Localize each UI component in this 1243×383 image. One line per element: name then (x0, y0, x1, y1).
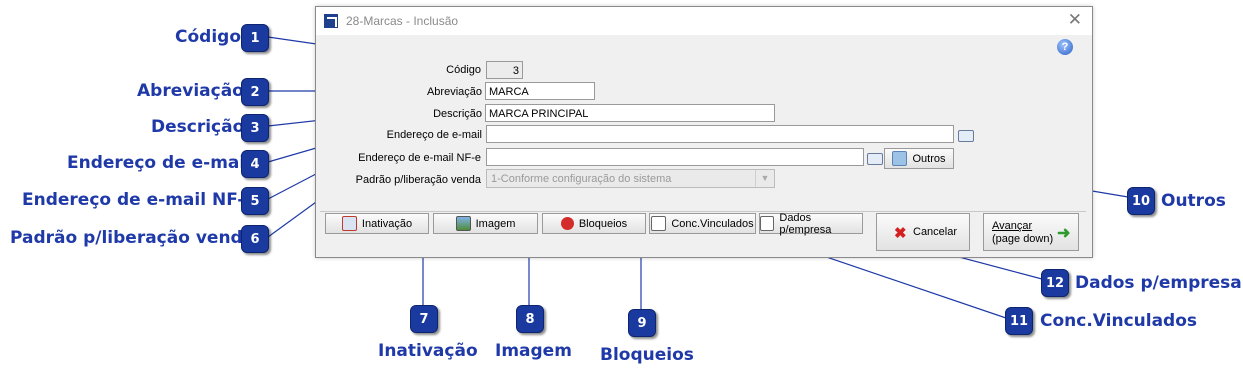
avancar-button-label-1: Avançar (992, 220, 1033, 232)
padrao-label: Padrão p/liberação venda (355, 174, 481, 186)
email-nfe-input[interactable] (486, 148, 864, 166)
avancar-button[interactable]: Avançar (page down) ➜ (983, 213, 1079, 251)
edit-icon (651, 216, 667, 231)
imagem-button-label: Imagem (475, 217, 516, 230)
callout-badge-2: 2 (241, 78, 269, 106)
conc-vinculados-button[interactable]: Conc.Vinculados (649, 213, 756, 234)
dados-empresa-button[interactable]: Dados p/empresa (759, 211, 863, 236)
window-title: 28-Marcas - Inclusão (346, 14, 459, 28)
callout-label-email: Endereço de e-mail (67, 153, 252, 173)
padrao-select[interactable]: 1-Conforme configuração do sistema ▼ (486, 169, 775, 188)
outros-button-label: Outros (912, 152, 946, 165)
callout-label-outros: Outros (1161, 191, 1226, 211)
conc-vinculados-button-label: Conc.Vinculados (671, 217, 754, 230)
codigo-label: Código (446, 64, 481, 76)
callout-label-email-nfe: Endereço de e-mail NF-e (22, 190, 256, 210)
close-icon[interactable]: ✕ (1068, 10, 1082, 30)
callout-label-conc-vinculados: Conc.Vinculados (1040, 311, 1198, 331)
email-nfe-label: Endereço de e-mail NF-e (358, 152, 481, 164)
dados-empresa-button-label: Dados p/empresa (779, 211, 832, 236)
inativacao-button-label: Inativação (361, 217, 413, 230)
callout-label-abreviacao: Abreviação (137, 81, 244, 101)
cancelar-button-label: Cancelar (913, 226, 958, 238)
mail-nfe-icon[interactable] (867, 153, 883, 165)
callout-label-imagem: Imagem (495, 341, 572, 361)
callout-label-dados-empresa: Dados p/empresa (1075, 273, 1242, 293)
outros-button[interactable]: Outros (884, 148, 954, 169)
callout-badge-3: 3 (241, 114, 269, 142)
mail-icon[interactable] (958, 130, 974, 142)
callout-badge-5: 5 (241, 187, 269, 215)
callout-label-bloqueios: Bloqueios (600, 345, 694, 365)
imagem-button[interactable]: Imagem (433, 213, 538, 234)
image-icon (455, 216, 471, 231)
callout-badge-4: 4 (241, 150, 269, 178)
app-icon (324, 14, 338, 28)
abreviacao-input[interactable]: MARCA (485, 82, 595, 100)
callout-badge-7: 7 (410, 305, 438, 333)
cancelar-button[interactable]: ✖ Cancelar (876, 213, 970, 251)
callout-badge-1: 1 (241, 24, 269, 52)
dialog-window: 28-Marcas - Inclusão ✕ ? Código 3 Abrevi… (315, 6, 1093, 258)
green-arrow-icon: ➜ (1057, 225, 1071, 242)
help-icon[interactable]: ? (1057, 39, 1073, 55)
callout-label-codigo: Código (175, 27, 241, 47)
title-bar: 28-Marcas - Inclusão ✕ (316, 7, 1092, 35)
callout-label-padrao: Padrão p/liberação venda (10, 228, 255, 248)
bloqueios-button-label: Bloqueios (578, 217, 628, 230)
edit-icon (760, 216, 775, 231)
descricao-input[interactable]: MARCA PRINCIPAL (485, 104, 775, 122)
callout-badge-10: 10 (1127, 187, 1155, 215)
callout-badge-6: 6 (241, 225, 269, 253)
block-icon (560, 217, 574, 230)
outros-icon (892, 151, 908, 166)
callout-badge-9: 9 (628, 309, 656, 337)
descricao-label: Descrição (433, 108, 482, 120)
abreviacao-label: Abreviação (426, 86, 482, 98)
inativacao-button[interactable]: Inativação (325, 213, 429, 234)
avancar-button-label-2: (page down) (992, 233, 1054, 245)
codigo-field: 3 (486, 61, 523, 79)
callout-badge-8: 8 (516, 305, 544, 333)
inactivate-icon (341, 216, 357, 231)
callout-badge-11: 11 (1005, 307, 1033, 335)
email-input[interactable] (486, 125, 954, 143)
email-label: Endereço de e-mail (386, 129, 482, 141)
red-x-icon: ✖ (894, 225, 907, 242)
separator (320, 211, 1086, 212)
padrao-select-value: 1-Conforme configuração do sistema (491, 173, 672, 185)
callout-badge-12: 12 (1041, 269, 1069, 297)
callout-label-descricao: Descrição (151, 117, 245, 137)
callout-label-inativacao: Inativação (378, 341, 478, 361)
chevron-down-icon: ▼ (755, 170, 774, 187)
bloqueios-button[interactable]: Bloqueios (542, 213, 646, 234)
